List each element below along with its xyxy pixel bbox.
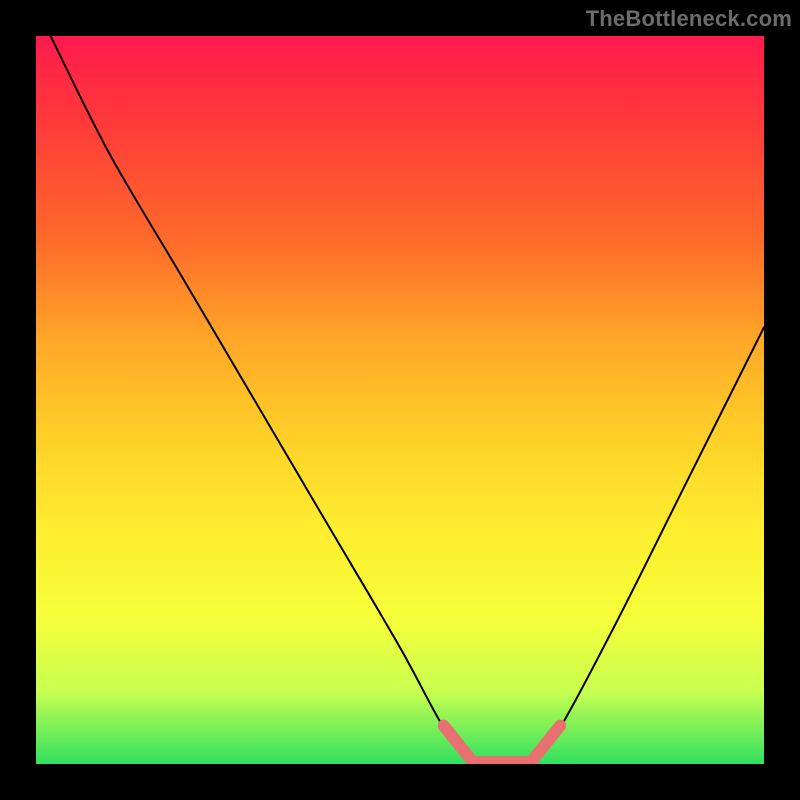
chart-curve-layer <box>36 36 764 764</box>
chart-frame: TheBottleneck.com <box>0 0 800 800</box>
watermark-text: TheBottleneck.com <box>586 6 792 32</box>
optimal-band-path <box>444 726 561 762</box>
chart-plot-area <box>36 36 764 764</box>
bottleneck-curve-path <box>51 36 764 764</box>
